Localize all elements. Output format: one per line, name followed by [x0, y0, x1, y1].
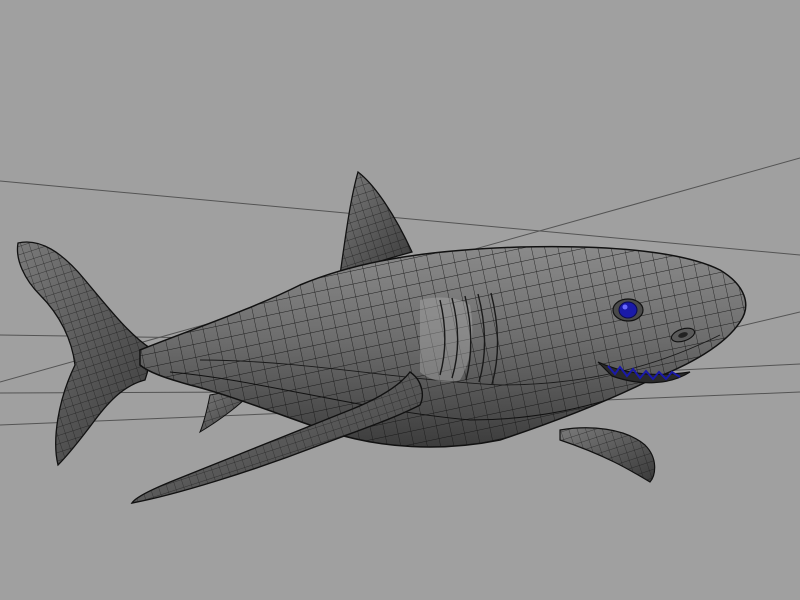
caudal-fin[interactable]: [16, 241, 151, 467]
3d-viewport[interactable]: [0, 0, 800, 600]
pectoral-fin-far[interactable]: [559, 427, 656, 483]
viewport-canvas[interactable]: [0, 0, 800, 600]
shark-eye[interactable]: [612, 298, 644, 322]
shark-model[interactable]: [16, 170, 760, 504]
